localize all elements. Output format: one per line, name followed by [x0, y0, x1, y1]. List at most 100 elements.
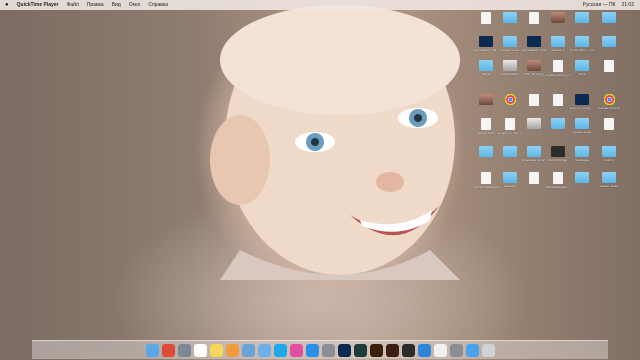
desktop-item[interactable]	[498, 146, 522, 158]
desktop-item[interactable]: ЗАКАЗЧИКИ	[498, 60, 522, 76]
photoshop-icon[interactable]	[337, 343, 351, 357]
desktop-item[interactable]	[570, 172, 594, 184]
launchpad-icon[interactable]	[177, 343, 191, 357]
desktop-item[interactable]	[522, 94, 546, 107]
desktop-item-label: мебель 2	[551, 48, 565, 52]
desktop-item[interactable]: Logika_kontrol_proudf_fun9	[546, 60, 570, 77]
doc-icon	[553, 60, 563, 72]
drive-icon	[503, 60, 517, 71]
itunes-icon[interactable]	[289, 343, 303, 357]
input-language[interactable]: Русская — ПК	[583, 2, 616, 8]
desktop-item-label: 2016	[578, 72, 586, 76]
desktop-item[interactable]: Новая папка	[498, 36, 522, 52]
folder-icon	[479, 60, 493, 71]
desktop-item[interactable]	[474, 146, 498, 158]
desktop-item[interactable]: мебель 2	[546, 36, 570, 52]
desktop-item-label: IMG_6079.jpg	[524, 72, 544, 76]
menu-item-edit[interactable]: Правка	[87, 2, 104, 8]
textedit-icon[interactable]	[433, 343, 447, 357]
desktop-item-label: Новый текст	[477, 131, 495, 135]
desktop-item-label: Logo_в_стиле_...a.psd	[570, 106, 594, 110]
desktop-item[interactable]	[546, 12, 570, 24]
desktop-item-label: Ломбарды	[574, 158, 590, 162]
lightroom-icon[interactable]	[353, 343, 367, 357]
desktop-item[interactable]	[597, 60, 621, 73]
preview-icon[interactable]	[241, 343, 255, 357]
doc-icon	[481, 12, 491, 24]
psd-icon	[479, 36, 493, 47]
desktop-item[interactable]: Кейс 2	[597, 146, 621, 162]
finder-icon[interactable]	[145, 343, 159, 357]
desktop-item[interactable]: морда_по_107 _lc.jpg	[498, 118, 522, 135]
img-icon	[551, 12, 565, 23]
desktop-item[interactable]: сертификат-сайт.psd	[474, 36, 498, 52]
desktop-item[interactable]: фильмы	[498, 172, 522, 188]
downloads-icon[interactable]	[465, 343, 479, 357]
desktop-item[interactable]	[498, 94, 522, 106]
desktop-item[interactable]: Skype	[474, 60, 498, 76]
menu-item-help[interactable]: Справка	[148, 2, 168, 8]
desktop-item[interactable]	[546, 94, 570, 107]
desktop-item[interactable]: сертификат-палата-3.psd	[522, 36, 546, 52]
desktop-item[interactable]	[597, 118, 621, 131]
desktop-item[interactable]	[474, 94, 498, 106]
illustrator-icon[interactable]	[369, 343, 383, 357]
desktop-item[interactable]	[474, 12, 498, 25]
appstore-icon[interactable]	[305, 343, 319, 357]
doc-icon	[529, 94, 539, 106]
desktop-item-label: Новая папка	[600, 184, 618, 188]
desktop-item[interactable]	[522, 118, 546, 130]
desktop-item[interactable]: Новая папка	[570, 118, 594, 134]
menu-item-file[interactable]: Файл	[67, 2, 79, 8]
doc-icon	[604, 118, 614, 130]
desktop-item[interactable]: Google Chrome	[597, 94, 621, 110]
bridge-icon[interactable]	[385, 343, 399, 357]
img-icon	[527, 60, 541, 71]
doc-icon	[529, 12, 539, 24]
desktop-item[interactable]	[546, 118, 570, 130]
menu-item-view[interactable]: Вид	[112, 2, 121, 8]
desktop-item[interactable]: Новая папка	[597, 172, 621, 188]
dark-icon	[551, 146, 565, 157]
calendar-icon[interactable]	[193, 343, 207, 357]
desktop-item[interactable]: 27.01.2016 — спор...франч	[570, 36, 594, 52]
desktop-item-label: сертификат-сайт.psd	[474, 48, 498, 52]
desktop-item-label: Фото4700.jpg	[548, 158, 568, 162]
utilities-icon[interactable]	[449, 343, 463, 357]
desktop-item[interactable]: Новый текст	[474, 118, 498, 135]
doc-icon	[505, 118, 515, 130]
photos-icon[interactable]	[225, 343, 239, 357]
desktop-item-label: WindowsDigital...tar.gz	[546, 185, 570, 189]
desktop-item[interactable]: IMG_6079.jpg	[522, 60, 546, 76]
desktop-item[interactable]	[522, 12, 546, 25]
skype-icon[interactable]	[273, 343, 287, 357]
folder-icon	[551, 118, 565, 129]
menu-item-window[interactable]: Окно	[129, 2, 141, 8]
chrome-icon[interactable]	[161, 343, 175, 357]
desktop-item[interactable]	[498, 12, 522, 24]
clock[interactable]: 21:02	[621, 2, 634, 8]
desktop-item-label: QuickTimePlayerF.4....5.dmg	[474, 185, 498, 189]
finalcut-icon[interactable]	[401, 343, 415, 357]
desktop-item[interactable]: Logo_в_стиле_...a.psd	[570, 94, 594, 110]
folder-icon	[575, 36, 589, 47]
notes-icon[interactable]	[209, 343, 223, 357]
desktop-item[interactable]: Фото4700.jpg	[546, 146, 570, 162]
desktop-item[interactable]: Основные кописпл	[522, 146, 546, 162]
desktop-item[interactable]	[597, 12, 621, 24]
quicktime-icon[interactable]	[417, 343, 431, 357]
desktop-item[interactable]: WindowsDigital...tar.gz	[546, 172, 570, 189]
desktop-item[interactable]: QuickTimePlayerF.4....5.dmg	[474, 172, 498, 189]
doc-icon	[529, 172, 539, 184]
desktop-item[interactable]	[570, 12, 594, 24]
system-prefs-icon[interactable]	[321, 343, 335, 357]
app-menu[interactable]: QuickTime Player	[17, 2, 59, 8]
desktop-item[interactable]: Ломбарды	[570, 146, 594, 162]
trash-icon[interactable]	[481, 343, 495, 357]
desktop-item[interactable]	[522, 172, 546, 185]
folder-icon	[503, 36, 517, 47]
desktop-item[interactable]	[597, 36, 621, 48]
apple-menu-icon[interactable]: ●	[5, 2, 9, 8]
mail-icon[interactable]	[257, 343, 271, 357]
desktop-item[interactable]: 2016	[570, 60, 594, 76]
